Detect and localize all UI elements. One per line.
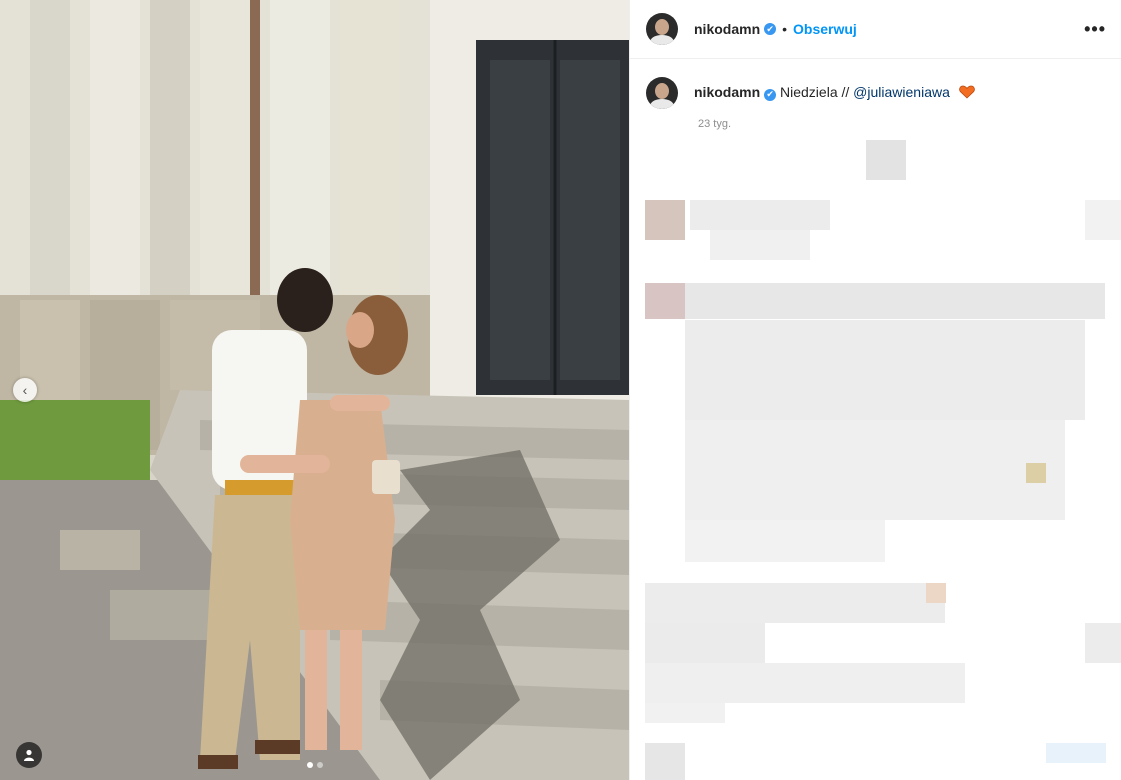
post-photo: ‹	[0, 0, 629, 780]
pixel-block	[685, 320, 1085, 420]
post-header: nikodamn ✔ • Obserwuj •••	[630, 0, 1121, 59]
follow-button[interactable]: Obserwuj	[793, 21, 857, 37]
post-timestamp: 23 tyg.	[698, 118, 732, 130]
carousel-dot	[316, 762, 323, 768]
caption-body: Niedziela //	[780, 84, 854, 100]
pixel-block	[1026, 463, 1046, 483]
verified-icon: ✔	[764, 23, 777, 35]
tagged-users-button[interactable]	[16, 742, 42, 768]
mention-link[interactable]: @juliawieniawa	[853, 84, 950, 100]
pixel-block	[1046, 743, 1106, 763]
caption-username[interactable]: nikodamn	[694, 84, 760, 100]
pixel-block	[690, 200, 830, 230]
pixel-block	[645, 743, 685, 780]
pixel-block	[645, 583, 945, 623]
post-caption: nikodamn ✔ Niedziela // @juliawieniawa	[630, 59, 1121, 109]
pixel-block	[710, 230, 810, 260]
pixel-block	[926, 583, 946, 603]
user-icon	[24, 749, 34, 761]
pixel-block	[685, 420, 1065, 520]
pixel-block	[1085, 623, 1121, 663]
pixel-block	[645, 663, 965, 703]
pixel-block	[685, 520, 885, 562]
photo-illustration	[0, 0, 629, 780]
pixel-block	[1085, 200, 1121, 240]
heart-emoji-icon	[958, 85, 975, 99]
carousel-prev-button[interactable]: ‹	[13, 378, 37, 402]
pixel-block	[866, 140, 906, 180]
pixel-block	[645, 283, 685, 319]
chevron-left-icon: ‹	[22, 382, 28, 398]
pixel-block	[645, 200, 685, 240]
avatar[interactable]	[646, 77, 678, 109]
pixel-block	[685, 283, 1105, 319]
separator-dot: •	[782, 21, 788, 37]
verified-icon: ✔	[764, 88, 777, 101]
username-link[interactable]: nikodamn	[694, 21, 760, 37]
pixel-block	[645, 703, 725, 723]
avatar[interactable]	[646, 13, 678, 45]
more-options-icon[interactable]: •••	[1084, 19, 1106, 40]
pixel-block	[645, 623, 765, 663]
caption-text: nikodamn ✔ Niedziela // @juliawieniawa	[694, 77, 975, 109]
post-sidebar: nikodamn ✔ • Obserwuj ••• nikodamn ✔ Nied…	[629, 0, 1121, 780]
carousel-indicator	[306, 762, 323, 768]
carousel-dot	[306, 762, 313, 768]
